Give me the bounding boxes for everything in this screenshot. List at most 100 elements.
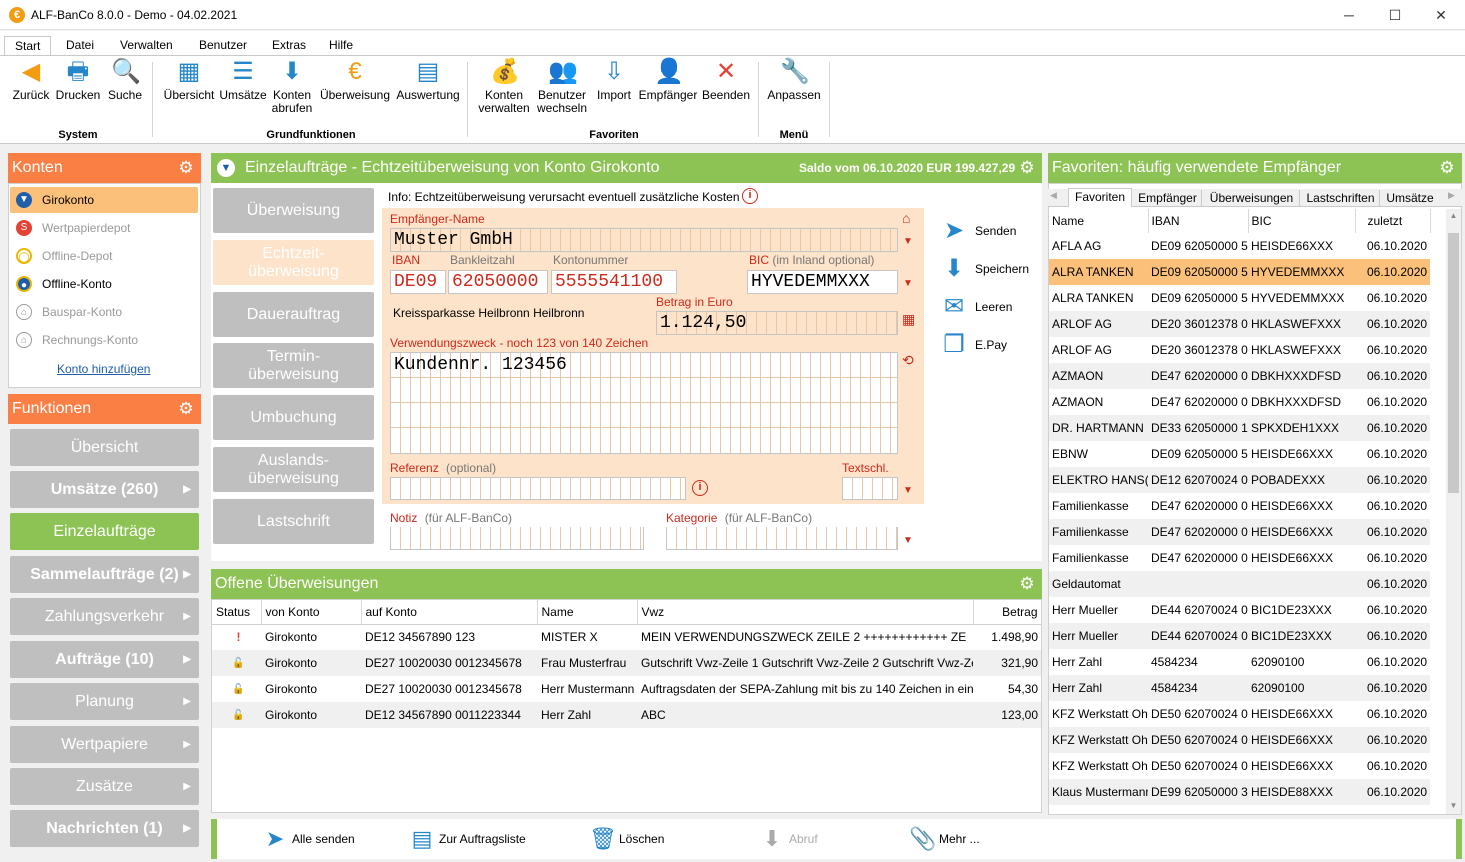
recipient-input[interactable]: Muster GmbH	[390, 228, 898, 252]
kto-input[interactable]: 5555541100	[551, 270, 677, 294]
close-button[interactable]: ✕	[1418, 0, 1464, 30]
save-button[interactable]: ⬇ Speichern	[940, 254, 1029, 284]
func-zahlungsverkehr[interactable]: Zahlungsverkehr ▶	[10, 598, 199, 635]
tab-auslandsueberweisung[interactable]: Auslands- überweisung	[213, 447, 374, 492]
tab-hilfe[interactable]: Hilfe	[319, 36, 363, 56]
account-girokonto[interactable]: ▼ Girokonto	[10, 187, 198, 213]
table-row[interactable]: 🔓 Girokonto DE27 10020030 0012345678 Her…	[212, 676, 1041, 702]
info-icon[interactable]: i	[692, 480, 708, 496]
tab-extras[interactable]: Extras	[262, 36, 316, 56]
table-row[interactable]: AZMAON DE47 62020000 0 DBKHXXXDFSD 06.10.20…	[1049, 389, 1430, 415]
table-row[interactable]: Herr Mueller DE44 62070024 0 BIC1DE23XXX 06…	[1049, 623, 1430, 649]
transfer-button[interactable]: € Überweisung	[318, 58, 392, 102]
col-zuletzt[interactable]: zuletzt	[1355, 209, 1431, 233]
table-row[interactable]: AZMAON DE47 62020000 0 DBKHXXXDFSD 06.10.20…	[1049, 363, 1430, 389]
calculator-icon[interactable]: ▦	[902, 311, 915, 328]
fetch-accounts-button[interactable]: ⬇ Konten abrufen	[270, 58, 314, 115]
exit-button[interactable]: ✕ Beenden	[700, 58, 752, 102]
tab-umbuchung[interactable]: Umbuchung	[213, 395, 374, 440]
table-row[interactable]: 🔓 Girokonto DE12 34567890 0011223344 Her…	[212, 702, 1041, 728]
func-umsaetze[interactable]: Umsätze (260) ▶	[10, 471, 199, 508]
account-offline-depot[interactable]: ◯ Offline-Depot	[10, 243, 198, 269]
maximize-button[interactable]: ☐	[1372, 0, 1418, 30]
func-planung[interactable]: Planung ▶	[10, 683, 199, 720]
gear-icon[interactable]: ⚙	[177, 159, 195, 177]
table-row[interactable]: ARLOF AG DE20 36012378 0 HKLASWEFXXX 06.10.…	[1049, 311, 1430, 337]
func-uebersicht[interactable]: Übersicht	[10, 429, 199, 466]
notiz-input[interactable]	[390, 527, 644, 550]
col-von-konto[interactable]: von Konto	[261, 600, 362, 625]
table-row[interactable]: ALRA TANKEN DE09 62050000 5 HYVEDEMMXXX 06.…	[1049, 285, 1430, 311]
table-row[interactable]: Familienkasse DE47 62020000 0 HEISDE66XXX 0…	[1049, 545, 1430, 571]
send-button[interactable]: ➤ Senden	[940, 216, 1016, 246]
table-row[interactable]: ! Girokonto DE12 34567890 123 MISTER X M…	[212, 624, 1041, 650]
col-betrag[interactable]: Betrag	[973, 600, 1041, 625]
table-row[interactable]: Herr Zahl 4584234 62090100 06.10.2020	[1049, 675, 1430, 701]
purpose-line-1[interactable]: Kundennr. 123456	[391, 353, 897, 378]
tab-datei[interactable]: Datei	[56, 36, 104, 56]
kategorie-input[interactable]	[666, 527, 898, 550]
fav-tab-ueberweisungen[interactable]: Überweisungen	[1204, 190, 1300, 206]
fav-tab-lastschriften[interactable]: Lastschriften	[1302, 190, 1380, 206]
dropdown-arrow-icon[interactable]: ▼	[903, 535, 913, 546]
tab-benutzer[interactable]: Benutzer	[189, 36, 257, 56]
table-row[interactable]: Familienkasse DE47 62020000 0 HEISDE66XXX 0…	[1049, 493, 1430, 519]
func-auftraege[interactable]: Aufträge (10) ▶	[10, 641, 199, 678]
table-row[interactable]: Klaus Mustermann DE99 62050000 3 HEISDE88X…	[1049, 779, 1430, 805]
manage-accounts-button[interactable]: 💰 Konten verwalten	[476, 58, 532, 115]
customize-button[interactable]: 🔧 Anpassen	[764, 58, 824, 102]
bic-input[interactable]: HYVEDEMMXXX	[747, 270, 898, 294]
textschl-input[interactable]	[842, 477, 898, 500]
add-account-link[interactable]: Konto hinzufügen	[57, 362, 150, 376]
more-button[interactable]: 📎 Mehr ...	[909, 819, 980, 859]
table-row[interactable]: ARLOF AG DE20 36012378 0 HKLASWEFXXX 06.10.…	[1049, 337, 1430, 363]
tab-dauerauftrag[interactable]: Dauerauftrag	[213, 292, 374, 337]
func-einzelauftraege[interactable]: Einzelaufträge	[10, 513, 199, 550]
account-bauspar-konto[interactable]: ⌂ Bauspar-Konto	[10, 299, 198, 325]
col-name[interactable]: Name	[1049, 209, 1149, 233]
account-rechnungs-konto[interactable]: ⌂ Rechnungs-Konto	[10, 327, 198, 353]
account-wertpapierdepot[interactable]: S Wertpapierdepot	[10, 215, 198, 241]
refresh-icon[interactable]: ⟲	[902, 352, 914, 369]
gear-icon[interactable]: ⚙	[1018, 575, 1036, 593]
fetch-button[interactable]: ⬇ Abruf	[759, 819, 818, 859]
back-button[interactable]: ◀ Zurück	[10, 58, 52, 102]
col-name[interactable]: Name	[537, 600, 638, 625]
col-iban[interactable]: IBAN	[1148, 209, 1249, 233]
dropdown-arrow-icon[interactable]: ▼	[903, 278, 913, 289]
scroll-right-icon[interactable]: ▶	[1448, 190, 1455, 201]
import-button[interactable]: ⇩ Import	[592, 58, 636, 102]
table-row[interactable]: Herr Mueller DE44 62070024 0 BIC1DE23XXX 06…	[1049, 597, 1430, 623]
purpose-line-4[interactable]	[391, 428, 897, 453]
table-row[interactable]: ALRA TANKEN DE09 62050000 5 HYVEDEMMXXX 06.…	[1049, 259, 1430, 285]
fav-tab-empfaenger[interactable]: Empfänger	[1134, 190, 1202, 206]
favoriten-scrollbar[interactable]: ▲ ▼	[1446, 209, 1461, 814]
switch-user-button[interactable]: 👥 Benutzer wechseln	[534, 58, 590, 115]
func-wertpapiere[interactable]: Wertpapiere ▶	[10, 726, 199, 763]
amount-input[interactable]: 1.124,50	[656, 311, 898, 335]
table-row[interactable]: Familienkasse DE47 62020000 0 HEISDE66XXX 0…	[1049, 519, 1430, 545]
delete-button[interactable]: 🗑 Löschen	[589, 819, 664, 859]
func-sammelauftraege[interactable]: Sammelaufträge (2) ▶	[10, 556, 199, 593]
search-button[interactable]: 🔍 Suche	[106, 58, 144, 102]
gear-icon[interactable]: ⚙	[1438, 159, 1456, 177]
info-icon[interactable]: i	[742, 188, 758, 204]
tab-terminueberweisung[interactable]: Termin- überweisung	[213, 343, 374, 388]
scroll-left-icon[interactable]: ◀	[1050, 190, 1057, 201]
tab-start[interactable]: Start	[4, 36, 52, 57]
table-row[interactable]: KFZ Werkstatt Oh DE50 62070024 0 HEISDE66X…	[1049, 753, 1430, 779]
dropdown-arrow-icon[interactable]: ▼	[903, 236, 913, 247]
overview-button[interactable]: ▦ Übersicht	[162, 58, 216, 102]
tab-ueberweisung[interactable]: Überweisung	[213, 188, 374, 233]
func-nachrichten[interactable]: Nachrichten (1) ▶	[10, 810, 199, 847]
reference-input[interactable]	[390, 477, 686, 500]
dropdown-arrow-icon[interactable]: ▼	[903, 485, 913, 496]
tab-verwalten[interactable]: Verwalten	[110, 36, 183, 56]
fav-tab-favoriten[interactable]: Favoriten	[1068, 188, 1132, 207]
col-bic[interactable]: BIC	[1248, 209, 1356, 233]
table-row[interactable]: 🔓 Girokonto DE27 10020030 0012345678 Fra…	[212, 650, 1041, 676]
gear-icon[interactable]: ⚙	[177, 400, 195, 418]
tab-echtzeitueberweisung[interactable]: Echtzeit- überweisung	[213, 240, 374, 285]
col-vwz[interactable]: Vwz	[637, 600, 974, 625]
evaluation-button[interactable]: ▤ Auswertung	[394, 58, 462, 102]
